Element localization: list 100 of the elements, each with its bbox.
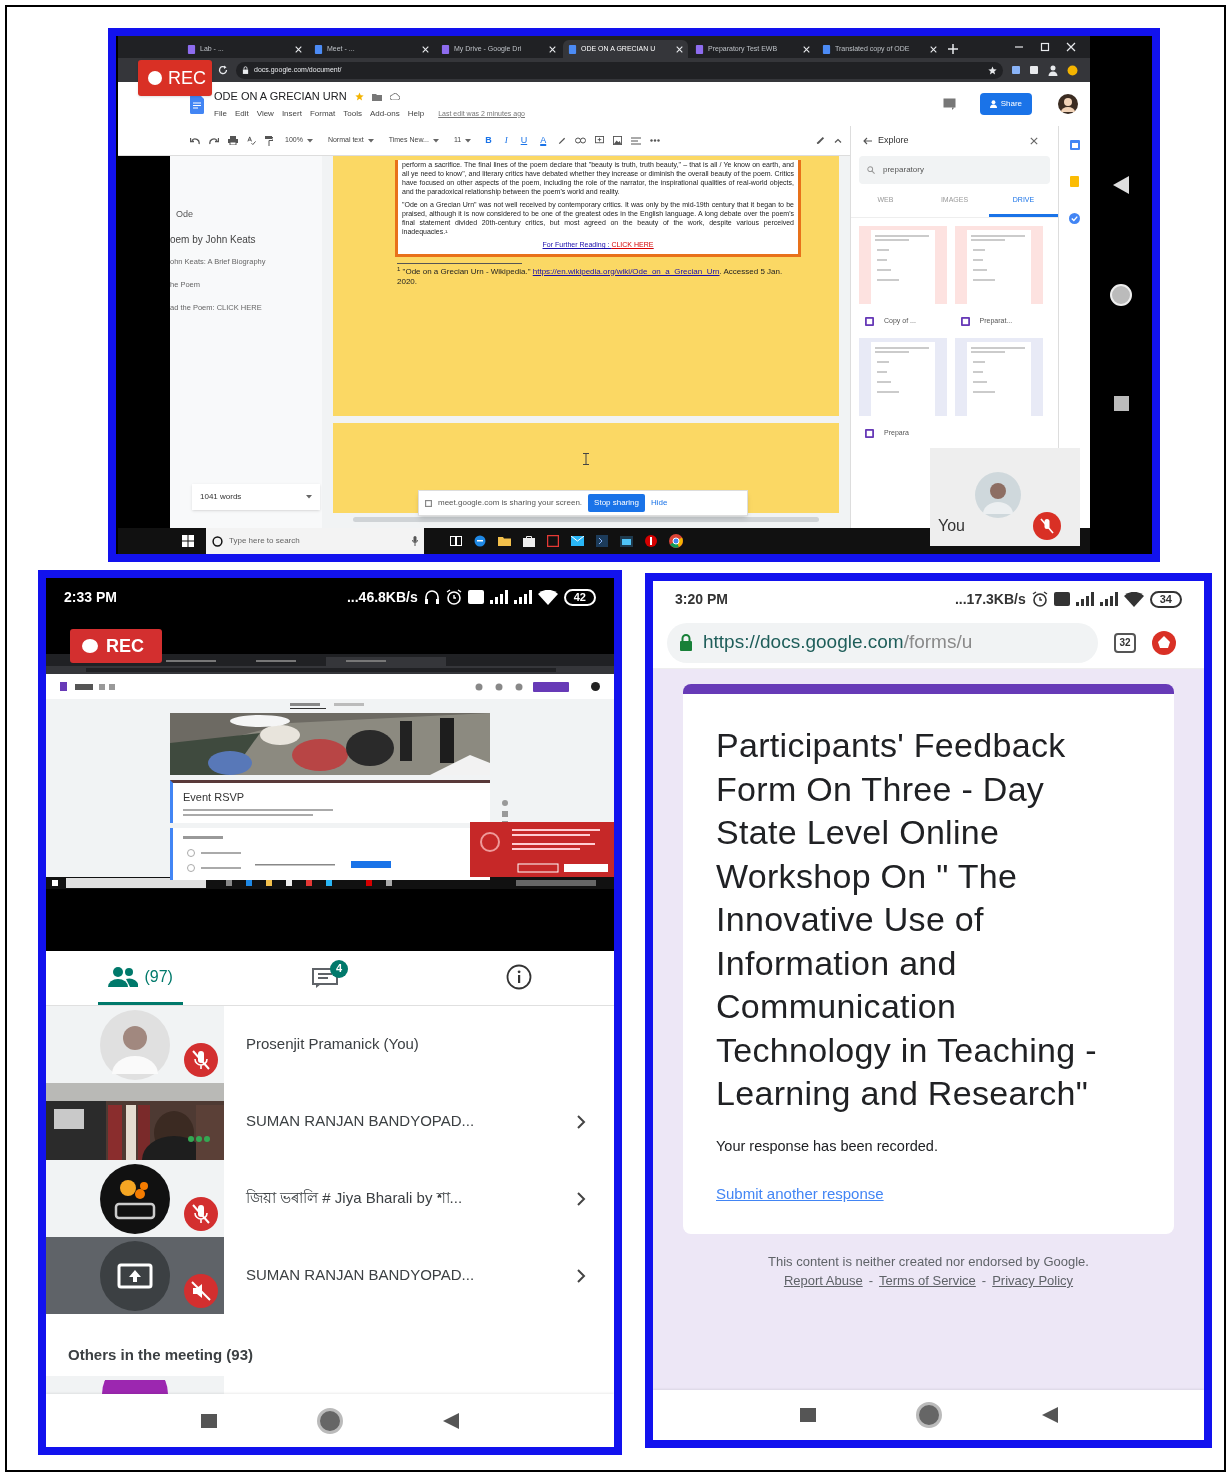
document-thumbnail[interactable] — [954, 338, 1043, 416]
chevron-right-icon[interactable] — [576, 1191, 586, 1206]
image-icon[interactable] — [613, 136, 623, 145]
menu-item[interactable]: Insert — [281, 107, 302, 120]
browser-icon[interactable] — [474, 535, 486, 547]
taskbar-search-field[interactable]: Type here to search — [206, 528, 424, 554]
people-icon — [108, 966, 139, 987]
reload-icon[interactable] — [218, 65, 228, 75]
form-icon — [60, 682, 67, 691]
document-thumbnail[interactable] — [859, 226, 947, 304]
recents-icon[interactable] — [799, 1408, 816, 1422]
network-speed: ...17.3KB/s — [954, 589, 1026, 609]
tab-switcher[interactable]: 32 — [1114, 632, 1136, 653]
stop-sharing-button[interactable]: Stop sharing — [588, 494, 645, 512]
footer-link[interactable]: Terms of Service — [879, 1271, 976, 1291]
document-thumbnail[interactable] — [859, 338, 947, 416]
page-icon — [441, 44, 450, 54]
separator: - — [981, 1272, 987, 1291]
form-icon — [865, 428, 874, 438]
back-icon[interactable] — [1113, 176, 1129, 194]
italic-button[interactable]: I — [502, 133, 510, 148]
recents-icon[interactable] — [1113, 396, 1129, 411]
document-title[interactable]: ODE ON A GRECIAN URN — [214, 88, 347, 105]
windows-logo-icon[interactable] — [182, 535, 194, 547]
undo-icon[interactable] — [190, 136, 200, 145]
footer-link[interactable]: Report Abuse — [783, 1271, 863, 1291]
participant-name[interactable]: SUMAN RANJAN BANDYOPAD... — [246, 1110, 576, 1133]
alarm-clock-icon — [445, 589, 462, 605]
alarm-clock-icon — [1031, 591, 1048, 607]
participant-name[interactable]: SUMAN RANJAN BANDYOPAD... — [246, 1264, 576, 1287]
chat-tab[interactable]: 4 — [302, 951, 358, 1005]
recents-icon[interactable] — [201, 1413, 217, 1428]
search-field[interactable]: preparatory — [859, 156, 1050, 184]
address-field[interactable]: https://docs.google.com/forms/u — [667, 622, 1098, 663]
submit-another-link[interactable]: Submit another response — [716, 1183, 1141, 1206]
avatar-icon — [591, 682, 600, 691]
folder-icon[interactable] — [498, 536, 511, 546]
avatar-icon[interactable] — [1058, 94, 1078, 114]
redo-icon[interactable] — [209, 136, 219, 145]
profile-icon[interactable] — [1047, 64, 1059, 76]
menu-item[interactable]: Edit — [234, 107, 249, 120]
maximize-icon[interactable] — [1040, 42, 1050, 52]
cortana-circle-icon — [212, 535, 223, 547]
collapse-icon[interactable] — [834, 138, 842, 143]
lock-icon — [242, 66, 249, 74]
underline-button[interactable]: U — [518, 133, 530, 148]
menu-item[interactable]: Format — [309, 107, 336, 120]
lock-icon — [679, 634, 693, 651]
footnote-link[interactable]: https://en.wikipedia.org/wiki/Ode_on_a_Grecian_Urn — [532, 266, 720, 276]
cloud-icon[interactable] — [389, 93, 400, 100]
comments-icon[interactable] — [942, 98, 956, 110]
menu-item[interactable]: Tools — [343, 107, 362, 120]
scrollbar[interactable] — [353, 517, 819, 522]
calendar-icon[interactable] — [1069, 140, 1080, 150]
app-icon[interactable] — [645, 535, 657, 547]
microphone-icon — [412, 536, 418, 546]
share-button[interactable]: Share — [979, 93, 1032, 115]
print-icon[interactable] — [228, 136, 238, 145]
text-color-button[interactable]: A — [538, 133, 549, 148]
status-time: 3:20 PM — [675, 589, 728, 609]
back-icon[interactable] — [443, 1412, 459, 1429]
back-icon[interactable] — [1041, 1407, 1058, 1423]
chevron-right-icon[interactable] — [576, 1268, 586, 1283]
participant-name[interactable]: জিয়া ভৰালি # Jiya Bharali by শা... — [246, 1187, 576, 1210]
terminal-icon[interactable] — [596, 535, 608, 547]
store-bag-icon[interactable] — [523, 535, 535, 547]
comment-add-icon[interactable] — [595, 136, 605, 145]
highlight-icon[interactable] — [557, 136, 567, 145]
hide-button[interactable]: Hide — [651, 497, 668, 509]
star-icon[interactable] — [988, 65, 997, 75]
spellcheck-icon[interactable] — [247, 136, 256, 145]
menu-item[interactable]: Add-ons — [369, 107, 400, 120]
logo-icon — [100, 1163, 170, 1234]
chevron-right-icon[interactable] — [576, 1114, 586, 1129]
footer-link[interactable]: Privacy Policy — [992, 1271, 1074, 1291]
menu-item[interactable]: View — [256, 107, 274, 120]
tasks-icon[interactable] — [1069, 213, 1080, 224]
plus-icon[interactable] — [948, 44, 958, 54]
send-button[interactable] — [533, 681, 569, 692]
participant-name[interactable]: Prosenjit Pramanick (You) — [246, 1033, 614, 1056]
link-icon[interactable] — [575, 137, 587, 144]
document-thumbnail[interactable] — [954, 226, 1043, 304]
extension-icon[interactable] — [1067, 64, 1078, 76]
avatar-icon — [975, 472, 1021, 518]
window-app-icon[interactable] — [620, 535, 633, 547]
wifi-icon — [1123, 591, 1144, 607]
pencil-icon[interactable] — [816, 136, 825, 145]
outline-item[interactable]: Ode — [170, 208, 322, 222]
paint-format-icon[interactable] — [265, 135, 273, 146]
task-view-icon[interactable] — [450, 536, 462, 546]
menu-item[interactable]: File — [214, 107, 227, 120]
chrome-icon[interactable] — [669, 534, 683, 548]
more-icon[interactable] — [650, 139, 661, 142]
outline-item[interactable]: oem by John Keats — [170, 231, 322, 247]
back-arrow-icon[interactable] — [863, 137, 872, 145]
star-icon[interactable] — [354, 92, 364, 101]
extension-icon[interactable] — [1152, 630, 1176, 655]
menu-item[interactable]: Help — [407, 107, 425, 120]
word-count-box[interactable]: 1041 words — [192, 484, 320, 510]
bold-button[interactable]: B — [483, 133, 494, 148]
